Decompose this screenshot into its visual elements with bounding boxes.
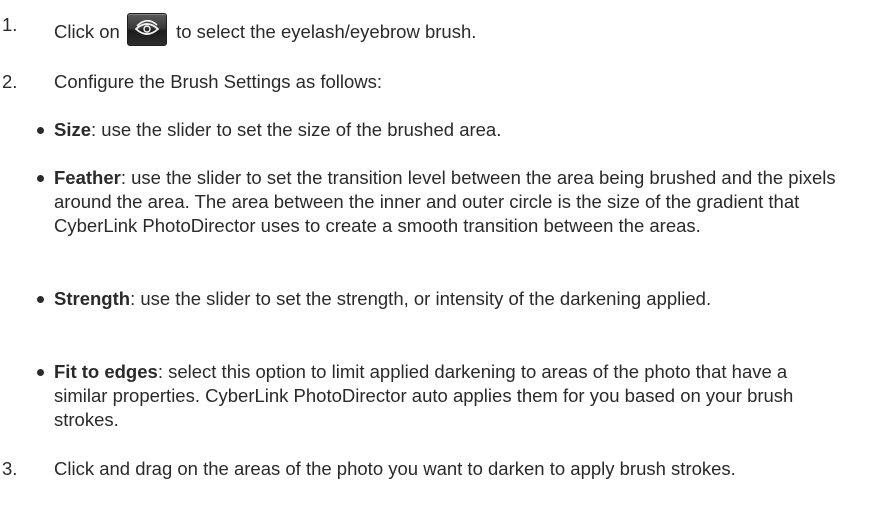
step-number: 2. <box>2 71 18 92</box>
setting-text: Feather: use the slider to set the trans… <box>54 166 844 238</box>
setting-description: : use the slider to set the strength, or… <box>130 288 712 309</box>
step-text-after-icon: to select the eyelash/eyebrow brush. <box>176 21 477 42</box>
bullet-dot <box>37 369 44 376</box>
bullet-dot <box>37 296 44 303</box>
step-text-before-icon: Click on <box>54 21 120 42</box>
setting-description: : use the slider to set the transition l… <box>54 167 836 236</box>
setting-text: Size: use the slider to set the size of … <box>54 118 844 142</box>
setting-text: Strength: use the slider to set the stre… <box>54 287 844 311</box>
setting-term: Fit to edges <box>54 361 158 382</box>
eyelash-brush-icon <box>126 13 167 46</box>
step-text: Configure the Brush Settings as follows: <box>54 71 383 92</box>
step-number: 1. <box>2 14 18 35</box>
step-number: 3. <box>2 458 18 479</box>
step-text: Click and drag on the areas of the photo… <box>54 458 736 479</box>
setting-description: : use the slider to set the size of the … <box>91 119 502 140</box>
bullet-dot <box>37 175 44 182</box>
bullet-dot <box>37 127 44 134</box>
setting-term: Size <box>54 119 92 140</box>
setting-term: Feather <box>54 167 121 188</box>
setting-text: Fit to edges: select this option to limi… <box>54 360 844 432</box>
setting-term: Strength <box>54 288 131 309</box>
document-page: 1. Click on to select the eyelash/eyebro… <box>0 0 878 516</box>
step-text: Click on to select the eyelash/eyebrow b… <box>54 13 854 46</box>
setting-description: : select this option to limit applied da… <box>54 361 794 430</box>
